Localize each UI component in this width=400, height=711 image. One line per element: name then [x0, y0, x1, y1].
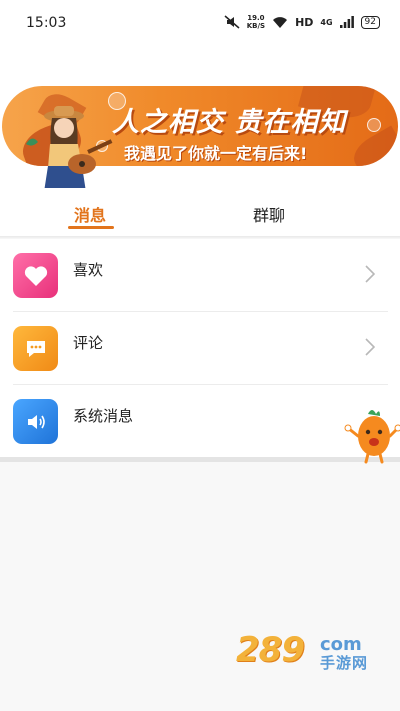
- comment-icon: [26, 340, 45, 357]
- net-speed-unit: KB/S: [246, 22, 266, 30]
- likes-icon-tile: [13, 253, 58, 298]
- tab-bar: 消息 群聊: [0, 188, 400, 236]
- heart-icon: [24, 265, 47, 286]
- list-item-system-messages[interactable]: 系统消息: [0, 385, 400, 457]
- status-bar: 15:03 19.0 KB/S HD 4G 92: [0, 0, 400, 48]
- mute-icon: [224, 15, 240, 29]
- system-icon-tile: [13, 399, 58, 444]
- banner-subtitle: 我遇见了你就一定有后来!: [124, 144, 308, 163]
- net-speed-value: 19.0: [247, 14, 265, 22]
- carrot-mascot-icon[interactable]: [344, 406, 400, 464]
- chevron-right-icon: [365, 265, 375, 283]
- site-watermark: 289 com 手游网: [236, 630, 386, 676]
- message-list: 喜欢 评论 系统消息: [0, 239, 400, 457]
- list-item-label: 评论: [73, 334, 104, 352]
- banner-area: 人之相交 贵在相知 我遇见了你就一定有后来!: [0, 48, 400, 211]
- list-item-label: 喜欢: [73, 261, 104, 279]
- bubble-decoration: [367, 118, 381, 132]
- status-icons: 19.0 KB/S HD 4G 92: [224, 14, 380, 30]
- watermark-number: 289: [236, 630, 305, 670]
- tab-group-chat[interactable]: 群聊: [253, 202, 285, 226]
- banner-title: 人之相交 贵在相知: [112, 107, 347, 138]
- wifi-icon: [273, 16, 288, 28]
- speaker-icon: [27, 414, 45, 429]
- list-item-label: 系统消息: [73, 407, 134, 425]
- watermark-sub: 手游网: [320, 654, 369, 672]
- net-speed: 19.0 KB/S: [247, 14, 265, 30]
- list-item-likes[interactable]: 喜欢: [0, 239, 400, 311]
- chevron-right-icon: [365, 338, 375, 356]
- list-item-comments[interactable]: 评论: [0, 312, 400, 384]
- hd-label: HD: [295, 15, 314, 29]
- list-bottom-divider: [0, 457, 400, 462]
- comments-icon-tile: [13, 326, 58, 371]
- signal-icon: [339, 16, 354, 28]
- battery-indicator: 92: [360, 15, 380, 29]
- tab-active-indicator: [68, 226, 114, 229]
- status-time: 15:03: [26, 15, 67, 31]
- network-type: 4G: [320, 17, 333, 27]
- tab-messages[interactable]: 消息: [74, 202, 106, 226]
